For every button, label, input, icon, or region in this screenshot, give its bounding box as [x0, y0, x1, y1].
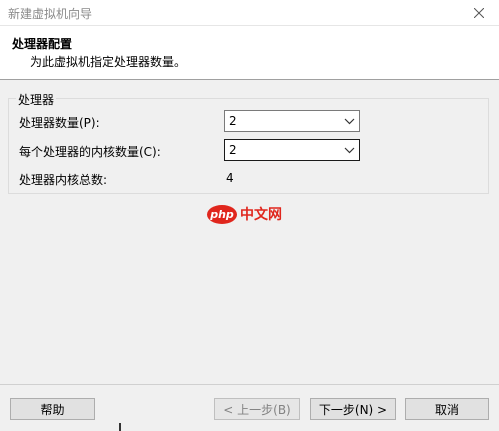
- processor-count-value: 2: [229, 114, 237, 128]
- page-title: 处理器配置: [12, 37, 73, 51]
- cores-per-processor-value: 2: [229, 143, 237, 157]
- text-cursor: [119, 423, 121, 431]
- help-button[interactable]: 帮助: [10, 398, 95, 420]
- wizard-header: 处理器配置 为此虚拟机指定处理器数量。: [0, 26, 499, 80]
- window-title: 新建虚拟机向导: [8, 7, 93, 21]
- total-cores-label: 处理器内核总数:: [19, 173, 108, 187]
- cores-per-processor-select[interactable]: 2: [224, 139, 360, 161]
- processor-count-select[interactable]: 2: [224, 110, 360, 132]
- close-icon: [474, 8, 484, 18]
- new-vm-wizard-window: 新建虚拟机向导 处理器配置 为此虚拟机指定处理器数量。 处理器 处理器数量(P)…: [0, 0, 499, 431]
- bottom-separator: [0, 384, 499, 385]
- chevron-down-icon: [344, 118, 355, 125]
- processor-group-label: 处理器: [16, 91, 57, 108]
- title-bar: 新建虚拟机向导: [0, 0, 499, 26]
- chevron-down-icon: [344, 147, 355, 154]
- cancel-button[interactable]: 取消: [405, 398, 489, 420]
- php-logo-badge: php: [207, 204, 237, 224]
- total-cores-value: 4: [226, 171, 234, 185]
- watermark-logo: php 中文网: [207, 204, 282, 224]
- page-subtitle: 为此虚拟机指定处理器数量。: [30, 55, 187, 69]
- php-logo-text: 中文网: [240, 207, 282, 223]
- cores-per-processor-label: 每个处理器的内核数量(C):: [19, 145, 161, 159]
- next-button[interactable]: 下一步(N) >: [310, 398, 396, 420]
- close-button[interactable]: [459, 0, 499, 26]
- back-button[interactable]: < 上一步(B): [214, 398, 300, 420]
- processor-count-label: 处理器数量(P):: [19, 116, 100, 130]
